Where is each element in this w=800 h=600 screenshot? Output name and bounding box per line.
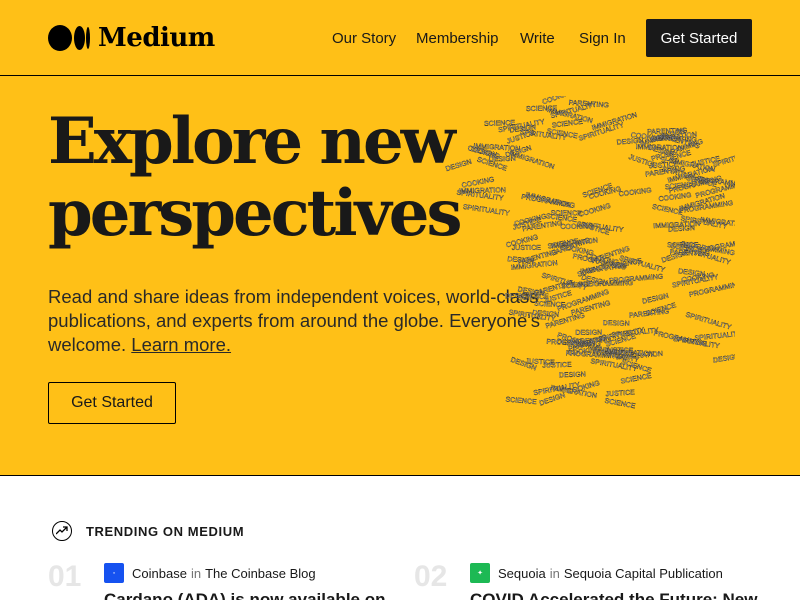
trending-rank: 01: [48, 560, 82, 593]
art-word: COOKING: [658, 192, 692, 203]
art-word: PROGRAMMING: [653, 330, 708, 348]
trending-label: TRENDING ON MEDIUM: [86, 523, 245, 539]
trending-rank: 02: [414, 560, 448, 593]
trending-publication[interactable]: Sequoia Capital Publication: [564, 566, 723, 581]
art-word: PROGRAMMING: [546, 339, 601, 348]
art-word: PROGRAMMING: [609, 274, 664, 285]
nav-sign-in[interactable]: Sign In: [579, 30, 626, 47]
art-word: DESIGN: [642, 293, 670, 306]
trending-header: TRENDING ON MEDIUM: [52, 521, 244, 541]
get-started-button[interactable]: Get Started: [646, 19, 752, 57]
nav-our-story[interactable]: Our Story: [332, 30, 396, 47]
art-word: DESIGN: [445, 159, 473, 173]
art-word: SCIENCE: [505, 397, 537, 407]
coinbase-icon[interactable]: ◦: [104, 563, 124, 583]
in-separator: in: [549, 565, 560, 581]
art-word: JUSTICE: [605, 389, 635, 398]
art-word: DESIGN: [713, 353, 735, 364]
art-word: SCIENCE: [604, 398, 636, 411]
nav-membership[interactable]: Membership: [416, 30, 499, 47]
sequoia-icon[interactable]: ✦: [470, 563, 490, 583]
trending-icon: [52, 521, 72, 541]
trending-title[interactable]: Cardano (ADA) is now available on: [104, 590, 386, 600]
in-separator: in: [190, 565, 202, 581]
medium-logo[interactable]: Medium: [48, 24, 215, 52]
art-word: DESIGN: [559, 371, 586, 379]
art-word: COOKING: [618, 187, 652, 198]
art-word: DESIGN: [603, 320, 630, 328]
trending-publication[interactable]: The Coinbase Blog: [205, 566, 316, 581]
art-word: SCIENCE: [551, 119, 583, 130]
art-word: COOKING: [578, 203, 612, 219]
hero-section: Explore new perspectives Read and share …: [0, 76, 800, 476]
nav-write[interactable]: Write: [520, 30, 555, 47]
art-word: SCIENCE: [561, 281, 593, 291]
trending-byline: ✦ Sequoia in Sequoia Capital Publication: [470, 563, 723, 583]
art-word: SPIRITUALITY: [462, 204, 510, 218]
trending-author[interactable]: Coinbase: [132, 566, 187, 581]
art-word: SCIENCE: [620, 373, 652, 386]
hero-get-started-button[interactable]: Get Started: [48, 382, 176, 424]
trending-title[interactable]: COVID Accelerated the Future: New: [470, 590, 758, 600]
art-word: IMMIGRATION: [459, 187, 506, 195]
learn-more-link[interactable]: Learn more.: [131, 334, 231, 355]
hero-title-line-1: Explore new: [48, 104, 456, 179]
art-word: JUSTICE: [512, 245, 542, 252]
art-word: SPIRITUALITY: [685, 312, 732, 332]
logo-text: Medium: [98, 23, 215, 53]
medium-logo-icon: [48, 25, 90, 51]
trending-byline: ◦ Coinbase in The Coinbase Blog: [104, 563, 316, 583]
top-navbar: Medium Our Story Membership Write Sign I…: [0, 0, 800, 76]
word-art-m-illustration: SCIENCEIMMIGRATIONPROGRAMMINGSCIENCEPARE…: [445, 96, 735, 411]
trending-author[interactable]: Sequoia: [498, 566, 546, 581]
